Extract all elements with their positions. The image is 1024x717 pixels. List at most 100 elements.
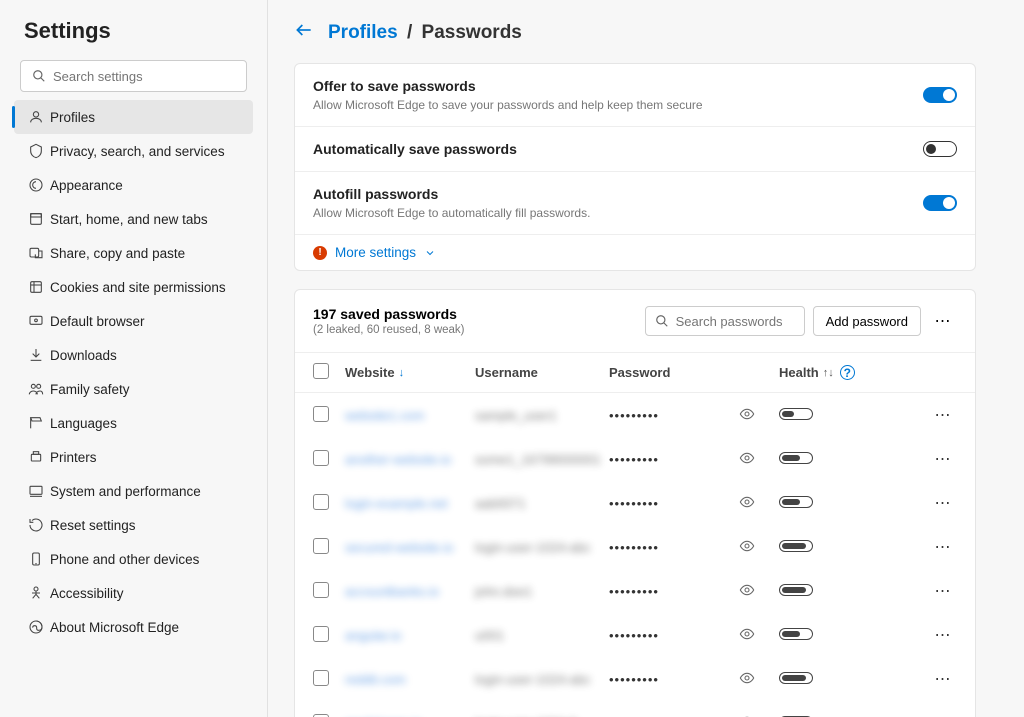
username-value: sample_user1 (475, 408, 557, 423)
passwords-more-menu[interactable]: ⋯ (929, 307, 957, 335)
table-row[interactable]: login-example.netaab9371•••••••••⋯ (295, 481, 975, 525)
sidebar-item-share-copy-and-paste[interactable]: Share, copy and paste (14, 236, 253, 270)
password-value: ••••••••• (609, 408, 739, 423)
nav-icon (22, 585, 50, 601)
row-checkbox[interactable] (313, 406, 329, 422)
page-title: Settings (24, 18, 253, 44)
table-row[interactable]: website1.com sample_user1 ••••••••• ⋯ (295, 393, 975, 437)
nav-icon (22, 483, 50, 499)
passwords-header: 197 saved passwords (2 leaked, 60 reused… (295, 290, 975, 353)
setting-auto-save: Automatically save passwords (295, 126, 975, 171)
row-checkbox[interactable] (313, 494, 329, 510)
website-link[interactable]: accountbanks.io (345, 584, 439, 599)
toggle-autofill[interactable] (923, 195, 957, 211)
sidebar-item-label: Accessibility (50, 586, 124, 601)
select-all-checkbox[interactable] (313, 363, 329, 379)
reveal-password-button[interactable] (739, 626, 779, 645)
sidebar-item-profiles[interactable]: Profiles (14, 100, 253, 134)
sidebar-item-accessibility[interactable]: Accessibility (14, 576, 253, 610)
row-more-menu[interactable]: ⋯ (929, 709, 957, 717)
table-row[interactable]: accountbanks.io john.doe1 ••••••••• ⋯ (295, 569, 975, 613)
row-more-menu[interactable]: ⋯ (929, 665, 957, 693)
row-checkbox[interactable] (313, 582, 329, 598)
nav-icon (22, 347, 50, 363)
sidebar-item-cookies-and-site-permissions[interactable]: Cookies and site permissions (14, 270, 253, 304)
table-row[interactable]: secured-website.iologin-user-1024-abc•••… (295, 525, 975, 569)
health-help-icon[interactable]: ? (840, 365, 855, 380)
sidebar-item-phone-and-other-devices[interactable]: Phone and other devices (14, 542, 253, 576)
row-checkbox[interactable] (313, 670, 329, 686)
table-row[interactable]: modelapps.iologin-user-1024-9•••••••••⋯ (295, 701, 975, 717)
password-settings-card: Offer to save passwords Allow Microsoft … (294, 63, 976, 271)
website-link[interactable]: website1.com (345, 408, 424, 423)
row-more-menu[interactable]: ⋯ (929, 489, 957, 517)
setting-offer-save: Offer to save passwords Allow Microsoft … (295, 64, 975, 126)
sidebar-item-reset-settings[interactable]: Reset settings (14, 508, 253, 542)
row-more-menu[interactable]: ⋯ (929, 621, 957, 649)
sidebar-item-label: System and performance (50, 484, 201, 499)
row-checkbox[interactable] (313, 450, 329, 466)
sidebar-item-about-microsoft-edge[interactable]: About Microsoft Edge (14, 610, 253, 644)
website-link[interactable]: another-website.io (345, 452, 451, 467)
row-more-menu[interactable]: ⋯ (929, 401, 957, 429)
sidebar-item-start-home-and-new-tabs[interactable]: Start, home, and new tabs (14, 202, 253, 236)
password-value: ••••••••• (609, 584, 739, 599)
website-link[interactable]: login-example.net (345, 496, 448, 511)
sidebar-item-languages[interactable]: Languages (14, 406, 253, 440)
col-health-header[interactable]: Health ↑↓ ? (779, 365, 879, 380)
col-username-header: Username (475, 365, 609, 380)
reveal-password-button[interactable] (739, 582, 779, 601)
reveal-password-button[interactable] (739, 670, 779, 689)
toggle-auto-save[interactable] (923, 141, 957, 157)
reveal-password-button[interactable] (739, 714, 779, 717)
passwords-count: 197 saved passwords (313, 306, 465, 322)
reveal-password-button[interactable] (739, 406, 779, 425)
sidebar-item-family-safety[interactable]: Family safety (14, 372, 253, 406)
more-settings-button[interactable]: ! More settings (295, 234, 975, 270)
sidebar-item-privacy-search-and-services[interactable]: Privacy, search, and services (14, 134, 253, 168)
table-row[interactable]: another-website.iosome1_16799000001•••••… (295, 437, 975, 481)
row-checkbox[interactable] (313, 714, 329, 717)
table-row[interactable]: angular.iou001•••••••••⋯ (295, 613, 975, 657)
username-value: john.doe1 (475, 584, 532, 599)
search-passwords[interactable] (645, 306, 805, 336)
search-settings-input[interactable] (20, 60, 247, 92)
search-settings[interactable] (20, 60, 247, 92)
sidebar-item-system-and-performance[interactable]: System and performance (14, 474, 253, 508)
row-more-menu[interactable]: ⋯ (929, 445, 957, 473)
search-icon (655, 314, 669, 328)
add-password-button[interactable]: Add password (813, 306, 921, 336)
main-content: Profiles / Passwords Offer to save passw… (268, 0, 1024, 717)
alert-icon: ! (313, 246, 327, 260)
website-link[interactable]: reddit.com (345, 672, 406, 687)
health-indicator (779, 584, 879, 599)
sidebar-item-default-browser[interactable]: Default browser (14, 304, 253, 338)
reveal-password-button[interactable] (739, 538, 779, 557)
password-value: ••••••••• (609, 540, 739, 555)
breadcrumb-parent[interactable]: Profiles (328, 22, 398, 43)
reveal-password-button[interactable] (739, 450, 779, 469)
reveal-password-button[interactable] (739, 494, 779, 513)
search-passwords-input[interactable] (645, 306, 805, 336)
health-indicator (779, 672, 879, 687)
sidebar-item-appearance[interactable]: Appearance (14, 168, 253, 202)
more-settings-label: More settings (335, 245, 416, 260)
setting-desc: Allow Microsoft Edge to save your passwo… (313, 98, 957, 112)
toggle-offer-save[interactable] (923, 87, 957, 103)
sidebar-item-label: Profiles (50, 110, 95, 125)
col-website-header[interactable]: Website ↓ (345, 365, 475, 380)
row-more-menu[interactable]: ⋯ (929, 533, 957, 561)
website-link[interactable]: secured-website.io (345, 540, 453, 555)
sidebar-item-printers[interactable]: Printers (14, 440, 253, 474)
back-button[interactable] (294, 20, 314, 45)
saved-passwords-card: 197 saved passwords (2 leaked, 60 reused… (294, 289, 976, 717)
table-row[interactable]: reddit.comlogin-user-1024-abc•••••••••⋯ (295, 657, 975, 701)
health-indicator (779, 452, 879, 467)
nav-icon (22, 313, 50, 329)
website-link[interactable]: angular.io (345, 628, 401, 643)
row-more-menu[interactable]: ⋯ (929, 577, 957, 605)
sidebar-item-downloads[interactable]: Downloads (14, 338, 253, 372)
row-checkbox[interactable] (313, 538, 329, 554)
sidebar-item-label: Privacy, search, and services (50, 144, 225, 159)
row-checkbox[interactable] (313, 626, 329, 642)
